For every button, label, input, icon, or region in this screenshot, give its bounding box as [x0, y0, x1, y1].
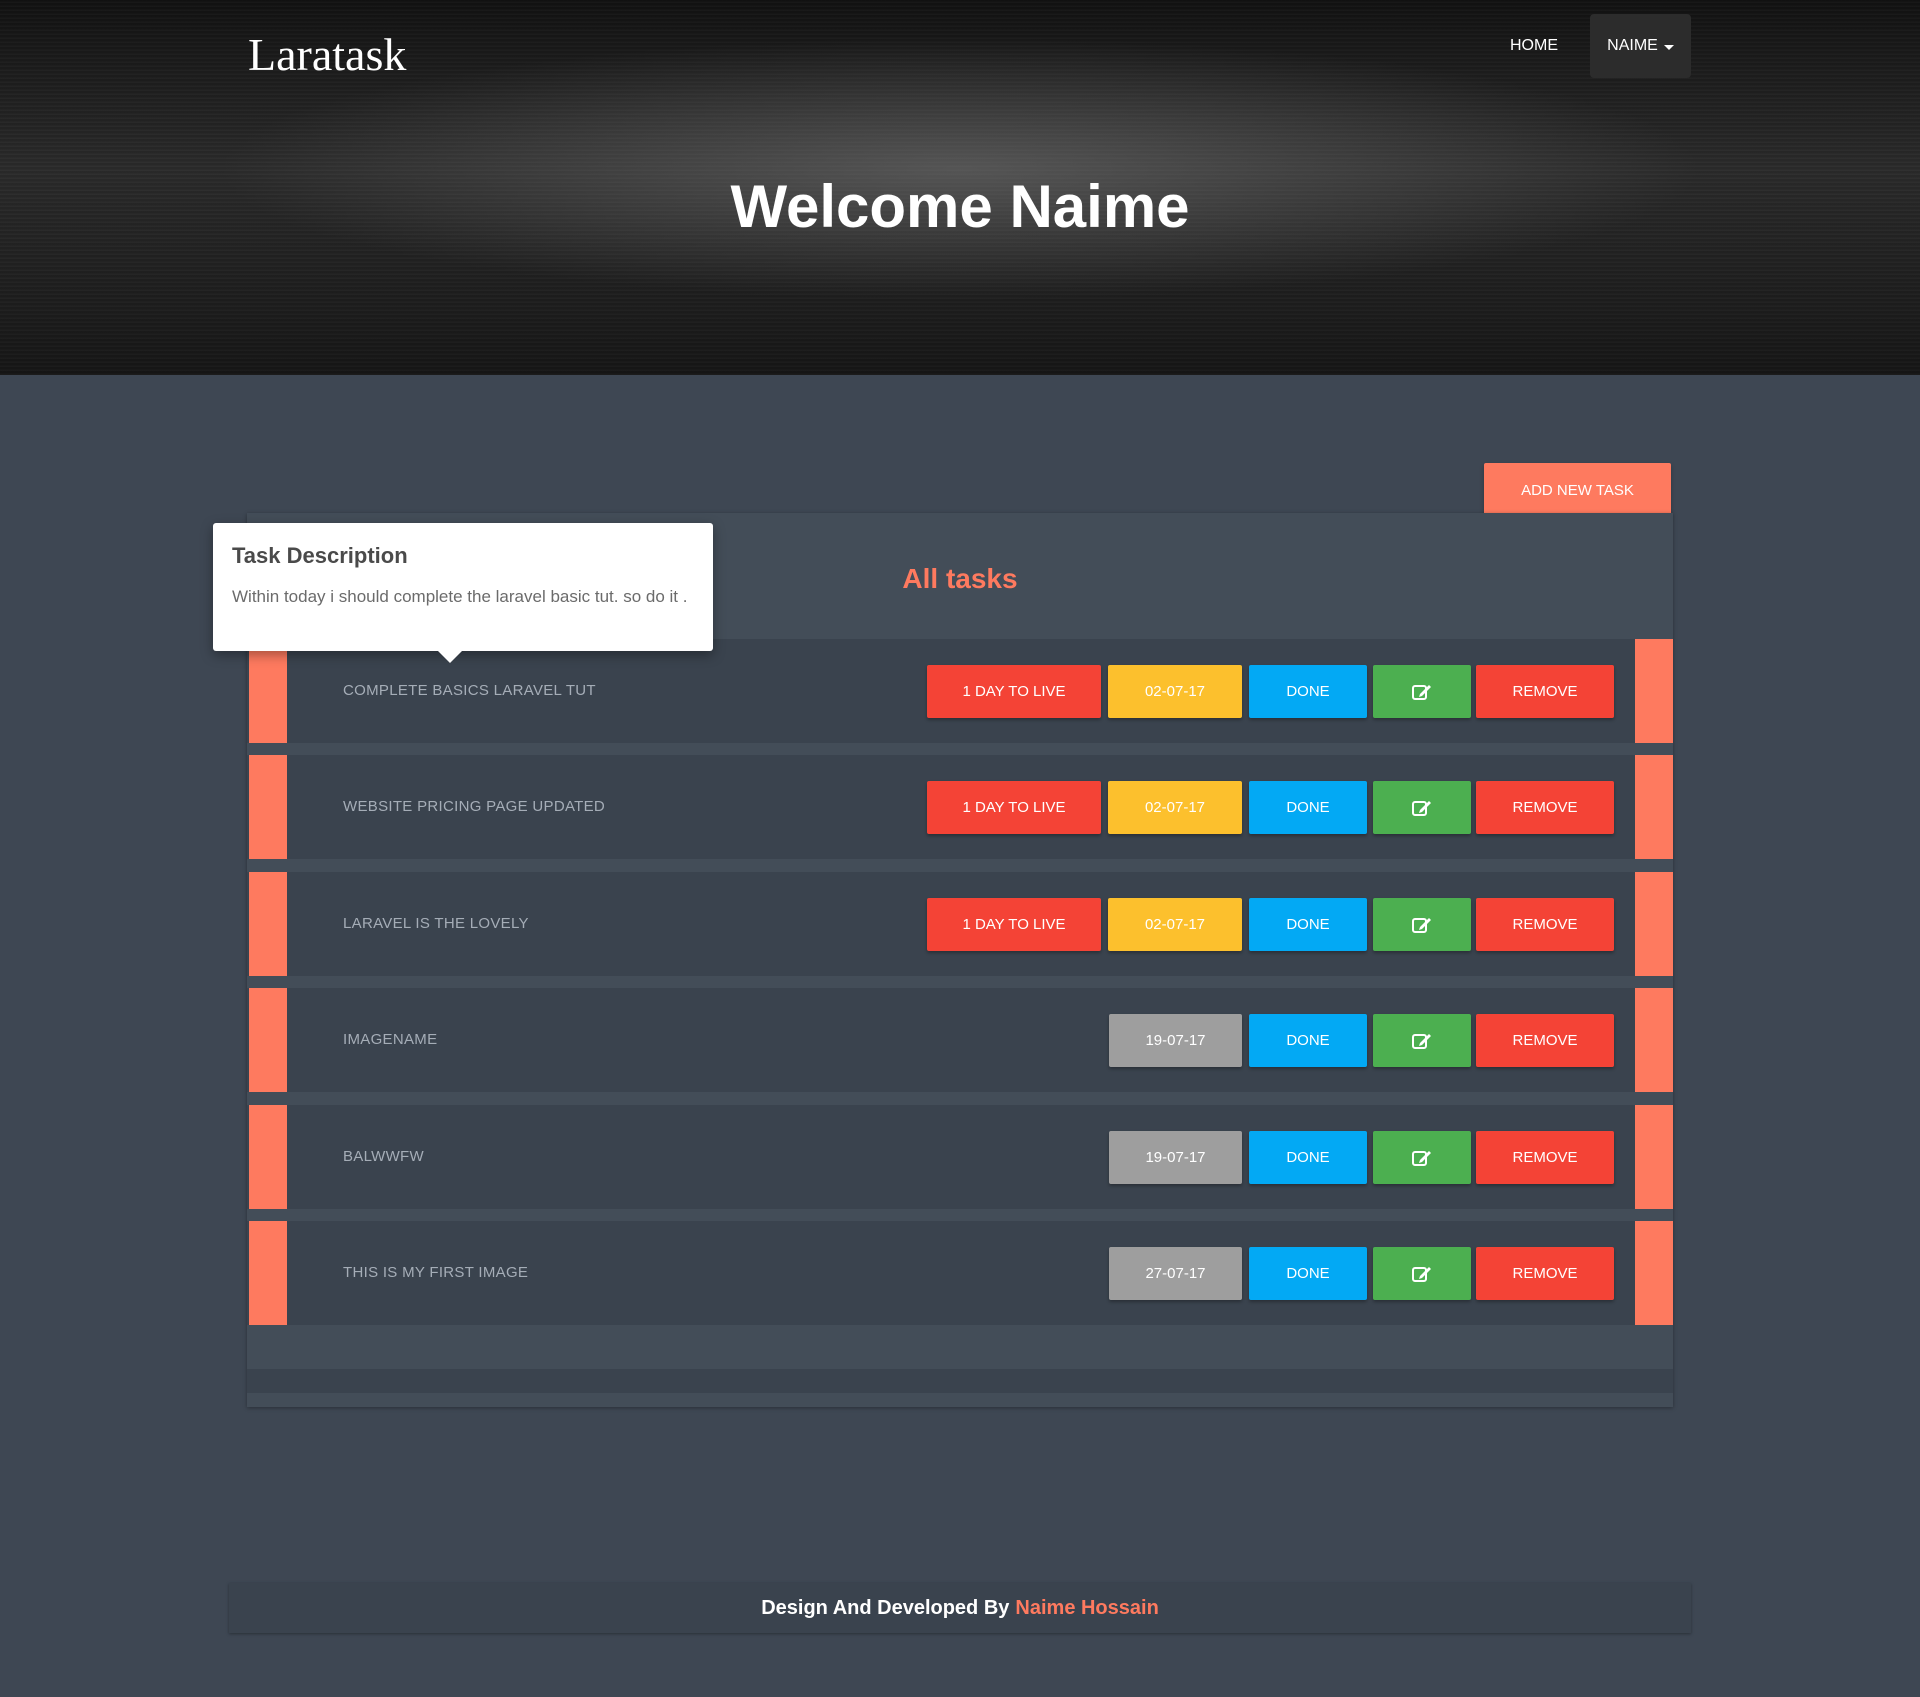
- task-row: THIS IS MY FIRST IMAGE 27-07-17 DONE REM…: [247, 1221, 1673, 1325]
- due-date-badge[interactable]: 19-07-17: [1109, 1131, 1242, 1184]
- brand-logo[interactable]: Laratask: [248, 28, 406, 81]
- row-accent-left: [249, 872, 287, 976]
- remove-button[interactable]: REMOVE: [1476, 1247, 1614, 1300]
- row-accent-right: [1635, 1105, 1673, 1209]
- task-description-popover: Task Description Within today i should c…: [213, 523, 713, 663]
- due-date-badge[interactable]: 02-07-17: [1108, 898, 1242, 951]
- footer-credit: Design And Developed By Naime Hossain: [229, 1583, 1691, 1633]
- task-name[interactable]: COMPLETE BASICS LARAVEL TUT: [343, 639, 596, 743]
- welcome-heading: Welcome Naime: [730, 173, 1190, 240]
- due-date-badge[interactable]: 19-07-17: [1109, 1014, 1242, 1067]
- row-accent-left: [249, 1105, 287, 1209]
- task-row: WEBSITE PRICING PAGE UPDATED 1 DAY TO LI…: [247, 755, 1673, 859]
- edit-icon: [1412, 1266, 1431, 1282]
- task-name[interactable]: WEBSITE PRICING PAGE UPDATED: [343, 755, 605, 859]
- edit-button[interactable]: [1373, 1014, 1471, 1067]
- due-date-badge[interactable]: 02-07-17: [1108, 665, 1242, 718]
- edit-button[interactable]: [1373, 1131, 1471, 1184]
- task-name[interactable]: IMAGENAME: [343, 988, 437, 1092]
- days-to-live-badge[interactable]: 1 DAY TO LIVE: [927, 898, 1101, 951]
- footer-credit-prefix: Design And Developed By: [761, 1596, 1010, 1619]
- user-menu-label: NAIME: [1607, 37, 1658, 54]
- task-name[interactable]: BALWWFW: [343, 1105, 424, 1209]
- footer-author-link[interactable]: Naime Hossain: [1015, 1597, 1158, 1620]
- caret-down-icon: [1663, 44, 1674, 50]
- done-button[interactable]: DONE: [1249, 1247, 1367, 1300]
- done-button[interactable]: DONE: [1249, 1131, 1367, 1184]
- edit-icon: [1412, 800, 1431, 816]
- remove-button[interactable]: REMOVE: [1476, 1131, 1614, 1184]
- task-row: BALWWFW 19-07-17 DONE REMOVE: [247, 1105, 1673, 1209]
- days-to-live-badge[interactable]: 1 DAY TO LIVE: [927, 665, 1101, 718]
- row-accent-right: [1635, 1221, 1673, 1325]
- done-button[interactable]: DONE: [1249, 1014, 1367, 1067]
- edit-button[interactable]: [1373, 898, 1471, 951]
- due-date-badge[interactable]: 02-07-17: [1108, 781, 1242, 834]
- remove-button[interactable]: REMOVE: [1476, 781, 1614, 834]
- row-accent-left: [249, 639, 287, 743]
- popover-body: Within today i should complete the larav…: [232, 587, 688, 606]
- edit-icon: [1412, 917, 1431, 933]
- nav-home-link[interactable]: HOME: [1510, 28, 1558, 76]
- done-button[interactable]: DONE: [1249, 781, 1367, 834]
- edit-button[interactable]: [1373, 665, 1471, 718]
- add-new-task-button[interactable]: ADD NEW TASK: [1484, 463, 1671, 517]
- remove-button[interactable]: REMOVE: [1476, 1014, 1614, 1067]
- row-accent-left: [249, 1221, 287, 1325]
- row-accent-right: [1635, 872, 1673, 976]
- edit-button[interactable]: [1373, 1247, 1471, 1300]
- remove-button[interactable]: REMOVE: [1476, 665, 1614, 718]
- row-accent-right: [1635, 639, 1673, 743]
- task-name[interactable]: THIS IS MY FIRST IMAGE: [343, 1221, 528, 1325]
- popover-title: Task Description: [232, 543, 408, 568]
- task-name[interactable]: LARAVEL IS THE LOVELY: [343, 872, 529, 976]
- done-button[interactable]: DONE: [1249, 898, 1367, 951]
- user-menu-dropdown[interactable]: NAIME: [1590, 14, 1691, 78]
- page-footer: Design And Developed By Naime Hossain: [0, 1510, 1920, 1697]
- row-accent-left: [249, 755, 287, 859]
- panel-footer-strip: [247, 1369, 1673, 1393]
- done-button[interactable]: DONE: [1249, 665, 1367, 718]
- edit-icon: [1412, 684, 1431, 700]
- due-date-badge[interactable]: 27-07-17: [1109, 1247, 1242, 1300]
- row-accent-left: [249, 988, 287, 1092]
- remove-button[interactable]: REMOVE: [1476, 898, 1614, 951]
- edit-icon: [1412, 1033, 1431, 1049]
- days-to-live-badge[interactable]: 1 DAY TO LIVE: [927, 781, 1101, 834]
- row-accent-right: [1635, 755, 1673, 859]
- row-accent-right: [1635, 988, 1673, 1092]
- edit-icon: [1412, 1150, 1431, 1166]
- hero-header: Laratask HOME NAIME Welcome Naime: [0, 0, 1920, 375]
- task-row: LARAVEL IS THE LOVELY 1 DAY TO LIVE 02-0…: [247, 872, 1673, 976]
- task-row: IMAGENAME 19-07-17 DONE REMOVE: [247, 988, 1673, 1092]
- edit-button[interactable]: [1373, 781, 1471, 834]
